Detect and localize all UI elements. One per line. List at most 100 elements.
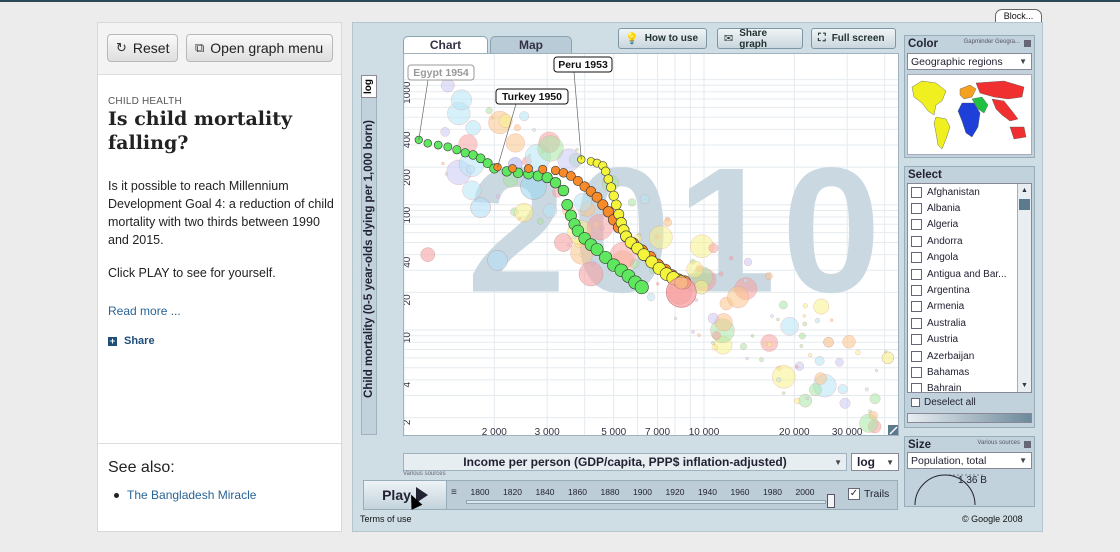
list-item[interactable]: Angola [908, 250, 1031, 266]
country-bubble [798, 393, 813, 408]
list-item[interactable]: Armenia [908, 299, 1031, 315]
y-tick-label: 4 [404, 381, 413, 387]
country-bubble [814, 318, 821, 324]
x-axis-indicator-select[interactable]: Income per person (GDP/capita, PPP$ infl… [403, 453, 847, 471]
list-item[interactable]: Algeria [908, 217, 1031, 233]
country-name: Azerbaijan [927, 350, 975, 362]
country-bubble [420, 247, 435, 262]
country-bubble [776, 317, 780, 322]
list-item[interactable]: Azerbaijan [908, 348, 1031, 364]
checkbox-icon[interactable] [911, 219, 922, 231]
country-name: Australia [927, 317, 966, 329]
x-tick-label: 30 000 [832, 427, 863, 436]
checkbox-icon[interactable] [911, 268, 922, 280]
minimize-icon[interactable] [1024, 441, 1031, 448]
color-select[interactable]: Geographic regions ▼ [907, 53, 1032, 70]
opacity-slider[interactable] [907, 413, 1032, 423]
share-graph-button[interactable]: ✉ Share graph [717, 28, 803, 50]
country-bubble [514, 203, 534, 223]
country-name: Bahrain [927, 383, 962, 393]
country-bubble [441, 161, 445, 166]
checkbox-icon[interactable] [911, 398, 920, 407]
trail-point-egypt [433, 140, 443, 150]
checkbox-checked-icon[interactable]: ✓ [848, 488, 860, 500]
color-select-value: Geographic regions [911, 56, 1003, 68]
size-max-value: 1.36 B [958, 475, 987, 486]
country-bubble [707, 312, 719, 324]
full-screen-button[interactable]: ⛶ Full screen [811, 28, 896, 49]
country-bubble [579, 253, 583, 257]
speed-icon[interactable]: ≡ [451, 487, 457, 498]
timeline-year: 1820 [503, 487, 522, 497]
checkbox-icon[interactable] [911, 301, 922, 313]
how-to-use-button[interactable]: 💡 How to use [618, 28, 707, 49]
list-item[interactable]: Albania [908, 200, 1031, 216]
scroll-up-icon[interactable]: ▲ [1018, 184, 1031, 197]
list-item[interactable]: Australia [908, 315, 1031, 331]
country-bubble [718, 271, 724, 277]
list-item[interactable]: Antigua and Bar... [908, 266, 1031, 282]
timeline-track[interactable] [466, 500, 826, 504]
see-also-item[interactable]: The Bangladesh Miracle [114, 488, 256, 502]
checkbox-icon[interactable] [911, 186, 922, 198]
tab-map[interactable]: Map [490, 36, 572, 54]
country-bubble [805, 396, 809, 401]
timeline-year: 1840 [535, 487, 555, 497]
terms-of-use-link[interactable]: Terms of use [360, 514, 412, 524]
country-bubble [647, 292, 656, 302]
checkbox-icon[interactable] [911, 203, 922, 215]
x-tick-label: 10 000 [689, 427, 720, 436]
checkbox-icon[interactable] [911, 235, 922, 247]
timeline-handle[interactable] [827, 494, 835, 508]
color-title: Color [908, 38, 939, 50]
read-more-link[interactable]: Read more ... [108, 304, 181, 318]
checkbox-icon[interactable] [911, 366, 922, 378]
how-to-use-label: How to use [644, 33, 699, 44]
list-scrollbar[interactable]: ▲ ▼ [1017, 184, 1031, 392]
list-item[interactable]: Austria [908, 332, 1031, 348]
list-item[interactable]: Bahamas [908, 364, 1031, 380]
trails-toggle[interactable]: ✓ Trails [848, 488, 889, 500]
checkbox-icon[interactable] [911, 252, 922, 264]
country-bubble [627, 198, 637, 207]
timeline-year: 1900 [633, 487, 652, 497]
trail-point-peru [611, 199, 622, 211]
y-axis-label[interactable]: Child mortality (0-5 year-olds dying per… [362, 83, 376, 435]
checkbox-icon[interactable] [911, 350, 922, 362]
world-map-legend[interactable] [907, 74, 1032, 155]
country-bubble [814, 356, 825, 366]
chart-plot-area[interactable]: 20 10 2 000 3 000 5 000 7 000 10 000 20 000 30 0… [403, 53, 899, 436]
share-label: Share [124, 335, 155, 347]
see-also-heading: See also: [108, 459, 175, 476]
country-bubble [519, 111, 530, 122]
minimize-icon[interactable] [1024, 40, 1031, 47]
list-item[interactable]: Afghanistan [908, 184, 1031, 200]
open-graph-menu-button[interactable]: ⧉ Open graph menu [186, 34, 333, 62]
share-link[interactable]: + Share [108, 335, 155, 347]
play-instruction: Click PLAY to see for yourself. [108, 266, 276, 280]
checkbox-icon[interactable] [911, 317, 922, 329]
list-item[interactable]: Bahrain [908, 381, 1031, 393]
deselect-all[interactable]: Deselect all [911, 397, 976, 408]
scroll-thumb[interactable] [1019, 199, 1030, 210]
see-also-link[interactable]: The Bangladesh Miracle [127, 488, 256, 502]
reset-button[interactable]: ↻ Reset [107, 34, 178, 62]
scroll-down-icon[interactable]: ▼ [1018, 379, 1031, 392]
list-item[interactable]: Argentina [908, 282, 1031, 298]
checkbox-icon[interactable] [911, 383, 922, 392]
country-bubble [745, 356, 749, 361]
country-bubble [686, 260, 704, 278]
country-list[interactable]: Afghanistan Albania Algeria Andorra Angola An… [907, 183, 1032, 393]
country-bubble [465, 120, 481, 136]
play-button[interactable]: Play [364, 481, 447, 509]
list-item[interactable]: Andorra [908, 233, 1031, 249]
country-bubble [808, 353, 813, 358]
tab-chart[interactable]: Chart [403, 36, 488, 54]
checkbox-icon[interactable] [911, 334, 922, 346]
country-name: Afghanistan [927, 186, 980, 198]
x-scale-select[interactable]: log ▼ [851, 453, 899, 471]
trail-point-egypt [561, 199, 574, 211]
checkbox-icon[interactable] [911, 285, 922, 297]
size-select[interactable]: Population, total ▼ [907, 452, 1032, 469]
country-bubble [869, 393, 881, 405]
